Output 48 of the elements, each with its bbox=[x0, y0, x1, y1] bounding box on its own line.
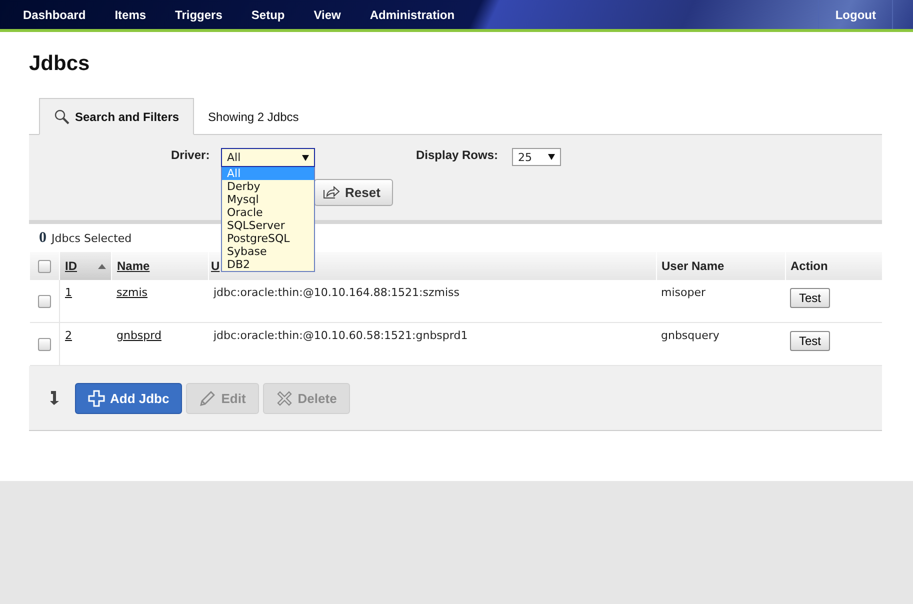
tab[interactable]: Showing 2 Jdbcs bbox=[194, 98, 313, 135]
nav-link[interactable]: Administration bbox=[370, 8, 455, 22]
name-link[interactable]: gnbsprd bbox=[116, 329, 162, 342]
add-button[interactable]: Add Jdbc bbox=[75, 382, 182, 414]
dropdown-option[interactable]: Mysql bbox=[222, 193, 314, 206]
page-title: Jdbcs bbox=[29, 52, 91, 76]
column-header[interactable]: ID bbox=[60, 252, 112, 280]
nav-link[interactable]: View bbox=[314, 8, 341, 22]
checkbox[interactable] bbox=[38, 338, 51, 351]
x-icon bbox=[276, 390, 293, 406]
nav-link[interactable]: Items bbox=[114, 8, 146, 22]
test-button[interactable]: Test bbox=[790, 331, 830, 351]
nav-link[interactable]: Triggers bbox=[175, 8, 222, 22]
nav-link[interactable]: Setup bbox=[251, 8, 285, 22]
url-cell: jdbc:oracle:thin:@10.10.164.88:1521:szmiss bbox=[208, 280, 656, 322]
dropdown-option[interactable]: SQLServer bbox=[222, 219, 314, 232]
user-name-cell: misoper bbox=[656, 280, 785, 322]
driver-select[interactable]: All bbox=[221, 148, 315, 167]
id-link[interactable]: 2 bbox=[65, 329, 72, 342]
dropdown-arrow-icon bbox=[548, 154, 556, 160]
search-icon bbox=[54, 108, 70, 124]
checkbox[interactable] bbox=[38, 294, 51, 308]
reset-button[interactable]: Reset bbox=[314, 179, 394, 206]
dropdown-option[interactable]: Derby bbox=[222, 180, 314, 193]
tab[interactable]: Search and Filters bbox=[39, 98, 194, 135]
display-rows-label: Display Rows: bbox=[416, 148, 498, 164]
pencil-icon bbox=[199, 390, 216, 406]
dropdown-option[interactable]: PostgreSQL bbox=[222, 232, 314, 245]
column-header: User Name bbox=[656, 252, 785, 280]
test-button[interactable]: Test bbox=[790, 288, 830, 308]
id-link[interactable]: 1 bbox=[65, 286, 72, 299]
plus-icon bbox=[88, 390, 105, 406]
column-header: Action bbox=[785, 252, 882, 280]
name-link[interactable]: szmis bbox=[116, 286, 148, 299]
driver-label: Driver: bbox=[171, 148, 211, 164]
down-arrow-icon bbox=[49, 390, 61, 406]
dropdown-arrow-icon bbox=[302, 154, 309, 160]
display-rows-select[interactable]: 25 bbox=[512, 148, 562, 166]
logout-link[interactable]: Logout bbox=[818, 0, 893, 29]
selected-count: 0 bbox=[39, 230, 46, 247]
nav-link[interactable]: Dashboard bbox=[23, 8, 86, 22]
dropdown-option[interactable]: DB2 bbox=[222, 258, 314, 271]
dropdown-option[interactable]: Oracle bbox=[222, 206, 314, 219]
share-arrow-icon bbox=[323, 186, 340, 199]
sort-up-icon bbox=[98, 264, 106, 268]
selected-label: Jdbcs Selected bbox=[52, 232, 132, 245]
checkbox[interactable] bbox=[38, 260, 51, 274]
column-header[interactable]: Name bbox=[112, 252, 208, 280]
